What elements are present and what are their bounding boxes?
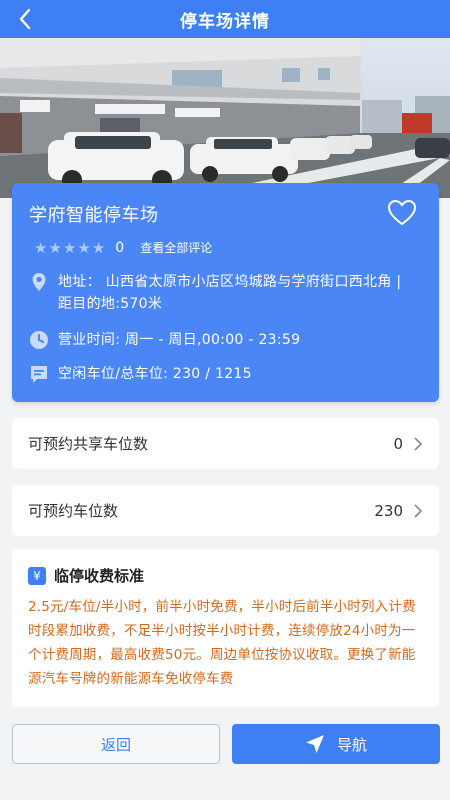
- chevron-right-icon: [414, 436, 423, 451]
- star-icon: ★: [77, 238, 91, 257]
- location-pin-icon: [32, 273, 46, 291]
- address-row: 地址： 山西省太原市小店区坞城路与学府街口西北角 | 距目的地:570米: [28, 271, 418, 315]
- yen-icon: ¥: [28, 566, 46, 585]
- bookable-spaces-row[interactable]: 可预约车位数 230: [12, 485, 439, 536]
- fee-title: 临停收费标准: [54, 567, 145, 585]
- star-icon: ★: [34, 238, 48, 257]
- page-title: 停车场详情: [180, 11, 270, 32]
- spaces-row: 空闲车位/总车位: 230 / 1215: [28, 363, 418, 385]
- back-button-label: 返回: [100, 735, 131, 754]
- navigate-button[interactable]: 导航: [232, 724, 440, 764]
- parking-fee-card: ¥ 临停收费标准 2.5元/车位/半小时，前半小时免费，半小时后前半小时列入计费…: [12, 549, 439, 707]
- bookable-spaces-label: 可预约车位数: [28, 502, 119, 520]
- bookable-spaces-value: 230: [374, 501, 403, 520]
- review-count: 0: [115, 239, 125, 256]
- available-spaces-text: 空闲车位/总车位: 230 / 1215: [58, 366, 252, 382]
- fee-header: ¥ 临停收费标准: [28, 565, 424, 586]
- favorite-button[interactable]: [387, 199, 417, 227]
- parking-info-card: 学府智能停车场 ★ ★ ★ ★ ★ 0 查看全部评论 地址： 山西省太原市小店区…: [12, 183, 439, 402]
- address-text: 地址： 山西省太原市小店区坞城路与学府街口西北角 | 距目的地:570米: [58, 274, 402, 312]
- back-button[interactable]: 返回: [12, 724, 220, 764]
- shared-bookable-spaces-label: 可预约共享车位数: [28, 435, 149, 453]
- star-icon: ★: [48, 238, 62, 257]
- fee-description: 2.5元/车位/半小时，前半小时免费，半小时后前半小时列入计费时段累加收费，不足…: [28, 599, 416, 687]
- star-icon: ★: [62, 238, 77, 257]
- star-icon: ★: [91, 238, 106, 257]
- heart-icon: [387, 199, 417, 226]
- parking-lot-photo: [0, 38, 450, 198]
- chevron-right-icon: [414, 503, 423, 518]
- parking-lot-name: 学府智能停车场: [29, 205, 159, 226]
- clock-icon: [30, 331, 48, 349]
- top-nav-bar: 停车场详情: [0, 0, 450, 38]
- business-hours-text: 营业时间: 周一 - 周日,00:00 - 23:59: [58, 332, 301, 348]
- shared-bookable-spaces-value: 0: [393, 434, 403, 453]
- back-arrow-icon: [19, 8, 31, 30]
- shared-bookable-spaces-row[interactable]: 可预约共享车位数 0: [12, 418, 439, 469]
- navigate-button-label: 导航: [336, 735, 367, 754]
- back-arrow-button[interactable]: [10, 4, 40, 34]
- view-all-reviews-link[interactable]: 查看全部评论: [140, 239, 212, 256]
- hours-row: 营业时间: 周一 - 周日,00:00 - 23:59: [28, 329, 418, 351]
- navigation-arrow-icon: [305, 735, 324, 753]
- rating-row: ★ ★ ★ ★ ★ 0 查看全部评论: [34, 239, 212, 256]
- star-rating: ★ ★ ★ ★ ★: [34, 240, 105, 256]
- parking-space-icon: [31, 366, 47, 383]
